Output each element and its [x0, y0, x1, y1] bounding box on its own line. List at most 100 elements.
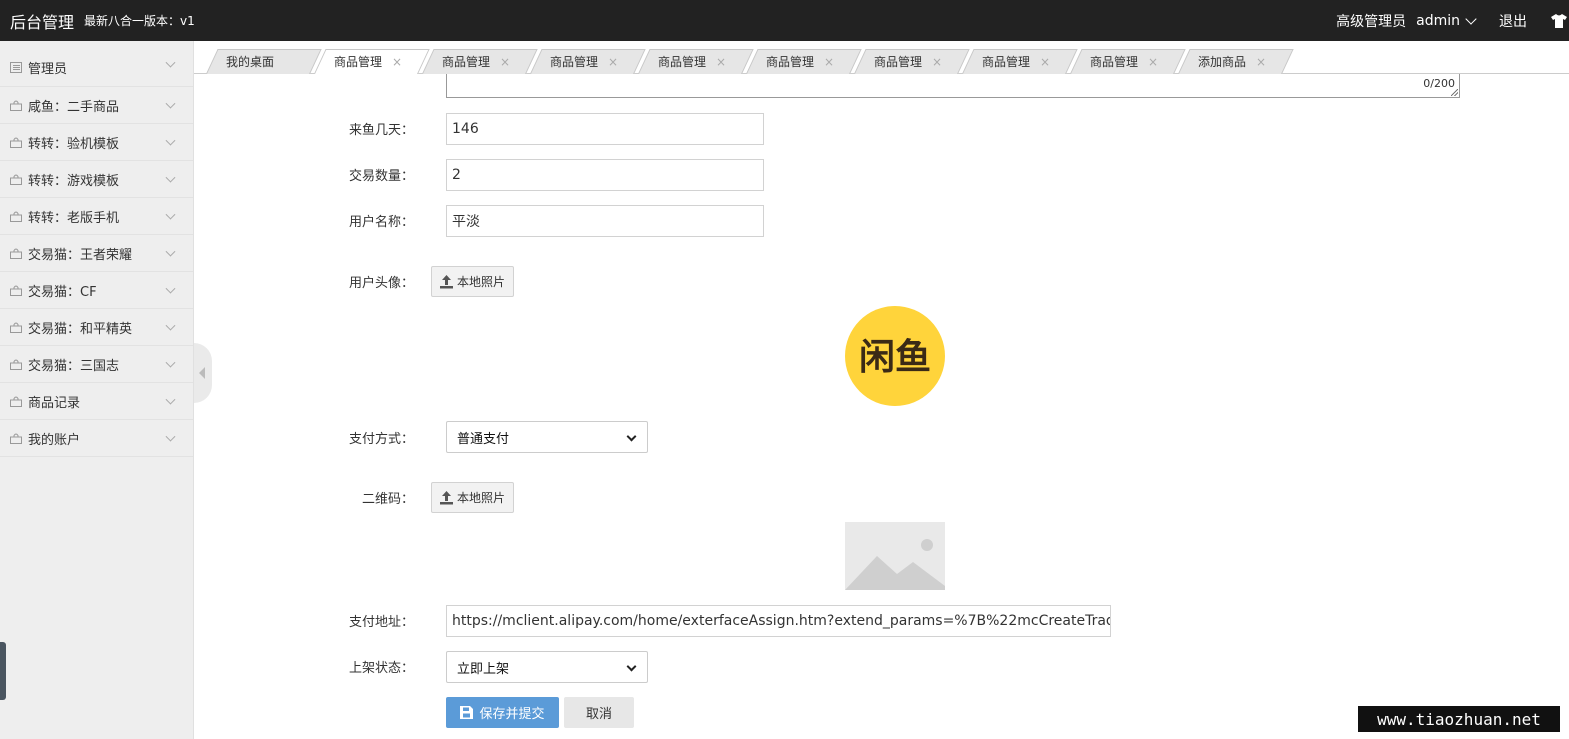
sidebar-item[interactable]: 交易猫：王者荣耀 — [0, 235, 193, 272]
bag-icon — [10, 248, 22, 259]
sidebar-item-label: 交易猫：王者荣耀 — [28, 247, 133, 263]
form-area: 0/200 来鱼几天： 146 交易数量： 2 用户名称： 平淡 用户头像： 本… — [195, 74, 1569, 739]
close-icon[interactable]: × — [1040, 55, 1050, 69]
chevron-down-icon — [165, 172, 176, 183]
sidebar-item[interactable]: 转转：游戏模板 — [0, 161, 193, 198]
status-select[interactable]: 立即上架 — [446, 651, 648, 683]
bag-icon — [10, 285, 22, 296]
pay-method-select[interactable]: 普通支付 — [446, 421, 648, 453]
tab[interactable] — [1070, 49, 1186, 74]
sidebar-item-label: 转转：游戏模板 — [28, 173, 120, 189]
qrcode-upload-button[interactable]: 本地照片 — [431, 482, 514, 513]
status-value: 立即上架 — [457, 661, 510, 677]
sidebar-item[interactable]: 商品记录 — [0, 383, 193, 420]
chevron-down-icon — [165, 57, 176, 68]
logout-link[interactable]: 退出 — [1499, 11, 1527, 31]
close-icon[interactable]: × — [500, 55, 510, 69]
sidebar-item[interactable]: 交易猫：CF — [0, 272, 193, 309]
cancel-button[interactable]: 取消 — [564, 697, 634, 728]
qrcode-label: 二维码： — [361, 492, 414, 507]
close-icon[interactable]: × — [392, 55, 402, 69]
tab[interactable] — [854, 49, 970, 74]
username-input[interactable]: 平淡 — [446, 205, 764, 237]
tab[interactable] — [638, 49, 754, 74]
sidebar-item[interactable]: 我的账户 — [0, 420, 193, 457]
chevron-down-icon — [165, 98, 176, 109]
tab[interactable] — [422, 49, 538, 74]
days-input[interactable]: 146 — [446, 113, 764, 145]
upload-label: 本地照片 — [456, 275, 505, 289]
close-icon[interactable]: × — [1148, 55, 1158, 69]
submit-label: 保存并提交 — [479, 707, 545, 722]
close-icon[interactable]: × — [1256, 55, 1266, 69]
save-icon — [460, 706, 474, 719]
bag-icon — [10, 433, 22, 444]
days-label: 来鱼几天： — [348, 123, 414, 138]
close-icon[interactable]: × — [824, 55, 834, 69]
avatar-upload-button[interactable]: 本地照片 — [431, 266, 514, 297]
tab[interactable] — [530, 49, 646, 74]
tshirt-icon[interactable] — [1551, 13, 1567, 28]
tab[interactable] — [1178, 49, 1294, 74]
bag-icon — [10, 359, 22, 370]
upload-icon — [439, 490, 453, 504]
upload-icon — [439, 274, 453, 288]
chevron-down-icon — [626, 431, 637, 442]
tab[interactable] — [314, 49, 430, 74]
sidebar-item-label: 交易猫：和平精英 — [28, 321, 133, 337]
sidebar-item[interactable]: 咸鱼：二手商品 — [0, 87, 193, 124]
app-logo[interactable]: 后台管理 — [10, 9, 74, 33]
chevron-down-icon — [165, 283, 176, 294]
avatar-label: 用户头像： — [348, 276, 414, 291]
tab[interactable] — [746, 49, 862, 74]
version-text: 最新八合一版本：v1 — [84, 14, 195, 28]
sidebar-item[interactable]: 转转：验机模板 — [0, 124, 193, 161]
chevron-down-icon — [626, 661, 637, 672]
sidebar-item[interactable]: 交易猫：和平精英 — [0, 309, 193, 346]
header-right: 高级管理员 admin 退出 — [1336, 0, 1569, 41]
tab-bar: 我的桌面 商品管理 × 商品管理 × 商品管理 × 商品管理 × 商品管理 × 商品管理 × 商品管理 × 商… — [194, 41, 1569, 74]
tab[interactable] — [206, 49, 322, 74]
bag-icon — [10, 137, 22, 148]
top-header: 后台管理 最新八合一版本：v1 高级管理员 admin 退出 — [0, 0, 1569, 41]
close-icon[interactable]: × — [608, 55, 618, 69]
username: admin — [1416, 12, 1460, 29]
user-role: 高级管理员 — [1336, 13, 1407, 30]
sidebar-item[interactable]: 交易猫：三国志 — [0, 346, 193, 383]
chevron-down-icon — [165, 246, 176, 257]
chevron-down-icon — [165, 357, 176, 368]
pay-url-input[interactable]: https://mclient.alipay.com/home/exterfac… — [446, 605, 1111, 637]
avatar-image: 闲鱼 — [845, 306, 945, 406]
user-menu[interactable]: admin — [1416, 12, 1477, 29]
chevron-down-icon — [1465, 12, 1477, 25]
list-icon — [10, 62, 22, 73]
username-label: 用户名称： — [348, 215, 414, 230]
resize-grip-icon[interactable] — [1451, 89, 1458, 96]
status-label: 上架状态： — [348, 661, 414, 676]
chevron-down-icon — [165, 209, 176, 220]
close-icon[interactable]: × — [716, 55, 726, 69]
bag-icon — [10, 174, 22, 185]
qty-label: 交易数量： — [348, 169, 414, 184]
sidebar-item-label: 我的账户 — [28, 432, 81, 448]
sidebar-item-label: 咸鱼：二手商品 — [28, 99, 120, 115]
edge-panel-handle[interactable] — [0, 642, 6, 700]
sidebar-item[interactable]: 管理员 — [0, 41, 193, 87]
close-icon[interactable]: × — [932, 55, 942, 69]
tab[interactable] — [962, 49, 1078, 74]
qrcode-image-placeholder — [845, 522, 945, 590]
svg-text:闲鱼: 闲鱼 — [859, 337, 931, 376]
upload-label: 本地照片 — [456, 491, 505, 505]
description-textarea[interactable]: 0/200 — [446, 74, 1460, 98]
submit-button[interactable]: 保存并提交 — [446, 697, 559, 728]
sidebar-item-label: 转转：老版手机 — [28, 210, 120, 226]
sidebar-item[interactable]: 转转：老版手机 — [0, 198, 193, 235]
sidebar-item-label: 商品记录 — [28, 395, 81, 411]
pay-method-value: 普通支付 — [457, 431, 510, 447]
bag-icon — [10, 100, 22, 111]
watermark: www.tiaozhuan.net — [1358, 706, 1560, 732]
image-placeholder-icon — [845, 539, 945, 590]
sidebar-item-label: 交易猫：CF — [28, 284, 97, 300]
qty-input[interactable]: 2 — [446, 159, 764, 191]
chevron-down-icon — [165, 135, 176, 146]
